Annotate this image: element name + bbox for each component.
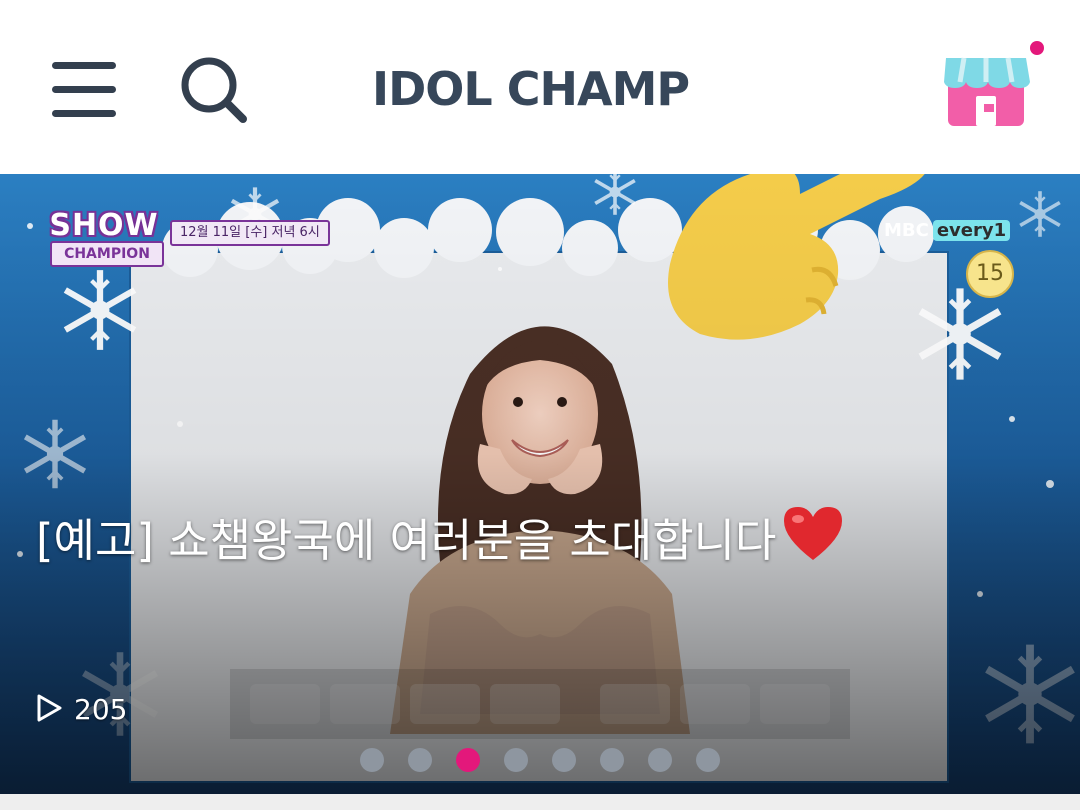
- age-rating-badge: 15: [966, 250, 1014, 298]
- banner-title-block[interactable]: [예고] 쇼챔왕국에 여러분을 초대합니다: [36, 504, 1016, 578]
- network-logo: MBC every1: [884, 218, 1011, 244]
- banner-title: [예고] 쇼챔왕국에 여러분을 초대합니다: [36, 514, 777, 567]
- view-count: 205: [34, 692, 127, 728]
- carousel-dot[interactable]: [696, 748, 720, 772]
- view-count-value: 205: [74, 693, 128, 726]
- carousel-dot[interactable]: [600, 748, 624, 772]
- search-icon[interactable]: [180, 56, 250, 126]
- section-divider: [0, 794, 1080, 810]
- app-logo: IDOL CHAMP: [372, 62, 690, 116]
- network-every: every1: [932, 220, 1011, 241]
- heart-icon: [780, 504, 846, 578]
- carousel-dot[interactable]: [408, 748, 432, 772]
- app-header: IDOL CHAMP: [0, 0, 1080, 174]
- carousel-dot[interactable]: [456, 748, 480, 772]
- carousel-dot[interactable]: [360, 748, 384, 772]
- featured-banner[interactable]: SHOW CHAMPION 12월 11일 [수] 저녁 6시 MBC every…: [0, 174, 1080, 794]
- show-champion-logo: SHOW CHAMPION: [40, 210, 168, 270]
- shop-icon[interactable]: [940, 48, 1032, 130]
- airtime-badge: 12월 11일 [수] 저녁 6시: [170, 220, 330, 246]
- hamburger-menu-icon[interactable]: [52, 62, 118, 118]
- carousel-dot[interactable]: [504, 748, 528, 772]
- notification-dot: [1030, 41, 1044, 55]
- show-logo-line2: CHAMPION: [50, 241, 164, 267]
- carousel-dot[interactable]: [648, 748, 672, 772]
- play-icon: [37, 694, 62, 722]
- network-mbc: MBC: [884, 220, 929, 241]
- carousel-dot[interactable]: [552, 748, 576, 772]
- show-logo-line1: SHOW: [49, 208, 159, 243]
